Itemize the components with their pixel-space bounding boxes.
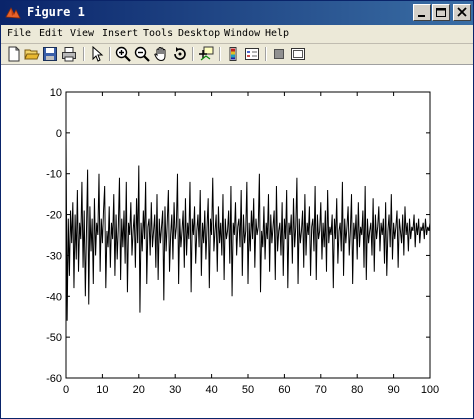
y-tick-label: -50 xyxy=(46,332,62,344)
save-icon[interactable] xyxy=(42,46,58,62)
menu-desktop[interactable]: Desktop xyxy=(178,28,220,39)
menu-insert[interactable]: Insert xyxy=(102,28,138,39)
toolbar-separator xyxy=(83,47,85,61)
menu-help[interactable]: Help xyxy=(265,28,289,39)
y-tick-label: -40 xyxy=(46,291,62,303)
toolbar-separator xyxy=(192,47,194,61)
legend-icon[interactable] xyxy=(244,46,260,62)
window-title: Figure 1 xyxy=(27,5,85,19)
x-tick-label: 20 xyxy=(133,384,145,396)
y-tick-label: -60 xyxy=(46,373,62,385)
y-tick-label: -10 xyxy=(46,169,62,181)
x-tick-label: 80 xyxy=(351,384,363,396)
pointer-icon[interactable] xyxy=(89,45,105,62)
rotate-icon[interactable] xyxy=(172,46,188,62)
toolbar-separator xyxy=(219,47,221,61)
menu-view[interactable]: View xyxy=(70,28,94,39)
x-tick-label: 0 xyxy=(63,384,69,396)
x-tick-label: 50 xyxy=(242,384,254,396)
print-icon[interactable] xyxy=(61,46,77,62)
menu-file[interactable]: File xyxy=(7,28,31,39)
x-tick-label: 30 xyxy=(169,384,181,396)
hide-plot-tools-icon[interactable] xyxy=(271,46,287,62)
new-icon[interactable] xyxy=(6,46,22,62)
line-plot[interactable]: 0 10 20 30 40 50 60 70 80 90 100100-10-20-30-40-50… xyxy=(1,65,473,418)
y-tick-label: 0 xyxy=(56,128,62,140)
y-tick-label: -20 xyxy=(46,210,62,222)
zoom-out-icon[interactable] xyxy=(134,46,150,62)
figure-canvas: 0 10 20 30 40 50 60 70 80 90 100 10 0 -10 -20 -30 -40 -50… xyxy=(1,65,473,418)
x-tick-label: 70 xyxy=(315,384,327,396)
colorbar-icon[interactable] xyxy=(225,46,241,62)
minimize-button[interactable] xyxy=(413,4,431,21)
maximize-button[interactable] xyxy=(432,4,450,21)
x-tick-label: 10 xyxy=(96,384,108,396)
menu-tools[interactable]: Tools xyxy=(143,28,173,39)
figure-window: Figure 1 File Edit View Insert Tools Des… xyxy=(0,0,474,419)
zoom-in-icon[interactable] xyxy=(115,46,131,62)
toolbar-separator xyxy=(265,47,267,61)
title-bar[interactable]: Figure 1 xyxy=(1,1,473,25)
menu-edit[interactable]: Edit xyxy=(39,28,63,39)
y-tick-label: 10 xyxy=(50,87,62,99)
open-icon[interactable] xyxy=(24,46,40,62)
data-cursor-icon[interactable] xyxy=(198,46,214,62)
x-tick-label: 90 xyxy=(387,384,399,396)
y-tick-label: -30 xyxy=(46,250,62,262)
menu-window[interactable]: Window xyxy=(224,28,260,39)
menu-bar: File Edit View Insert Tools Desktop Wind… xyxy=(1,25,473,44)
toolbar-separator xyxy=(109,47,111,61)
x-tick-label: 100 xyxy=(421,384,439,396)
close-button[interactable] xyxy=(453,4,471,21)
show-plot-tools-icon[interactable] xyxy=(290,46,306,62)
figure-toolbar xyxy=(1,44,473,65)
pan-icon[interactable] xyxy=(153,46,169,62)
matlab-icon xyxy=(5,5,21,21)
x-tick-label: 40 xyxy=(205,384,217,396)
x-tick-label: 60 xyxy=(278,384,290,396)
